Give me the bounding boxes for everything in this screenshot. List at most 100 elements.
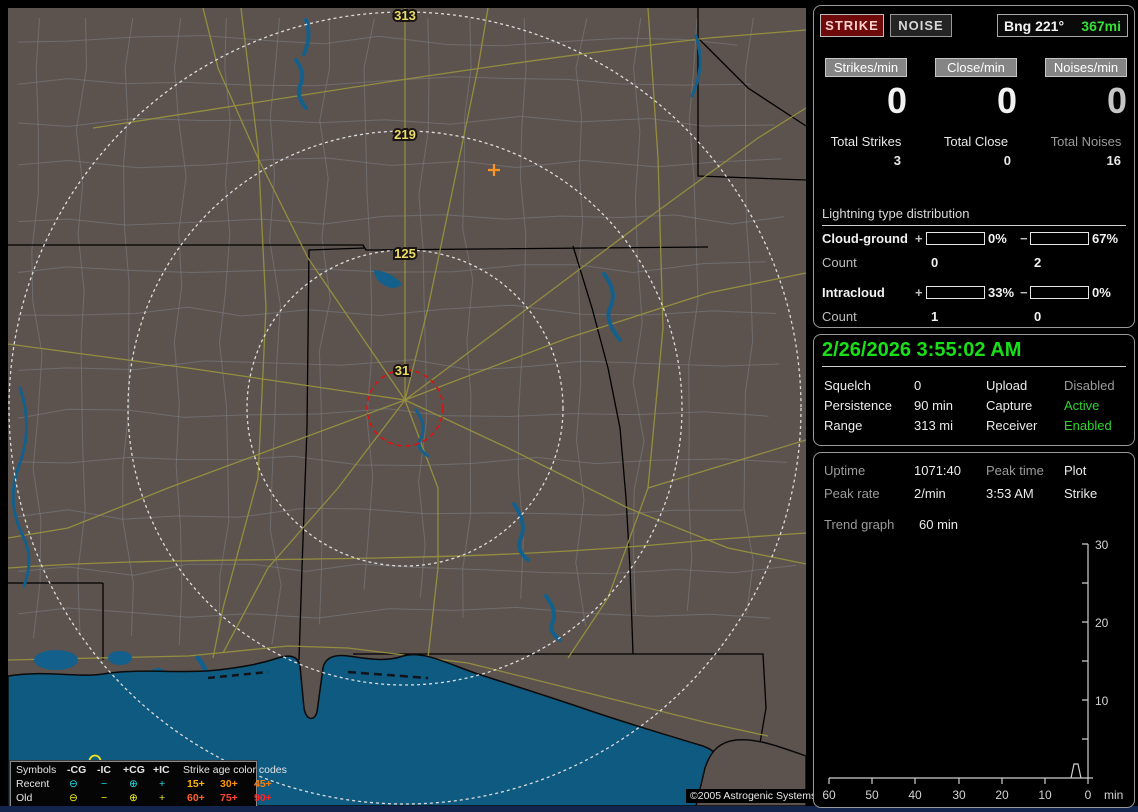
nexstorm-app: { "header": { "strike_button": "STRIKE",…: [0, 0, 1138, 812]
squelch-value: 0: [914, 378, 922, 393]
trend-panel: Uptime 1071:40 Peak time Plot Peak rate …: [813, 452, 1135, 808]
total-close-label: Total Close: [943, 134, 1009, 149]
minus-sign: −: [1020, 285, 1028, 300]
legend-row-old-label: Old: [16, 792, 33, 804]
recent-nic-icon: −: [101, 778, 108, 790]
legend-age-header: Strike age color codes: [183, 764, 287, 776]
distribution-title: Lightning type distribution: [822, 206, 1126, 226]
cg-minus-pct: 67%: [1092, 231, 1119, 246]
x-tick-0: 0: [1085, 788, 1092, 802]
y-tick-30: 30: [1095, 539, 1109, 552]
intracloud-label: Intracloud: [822, 285, 885, 300]
ic-minus-pct: 0%: [1092, 285, 1111, 300]
lightning-map[interactable]: 313 219 125 31: [8, 8, 806, 806]
ic-plus-bar: [926, 286, 985, 299]
map-canvas: 313 219 125 31: [8, 8, 806, 806]
plus-sign: +: [915, 285, 923, 300]
datetime-display: 2/26/2026 3:55:02 AM: [822, 339, 1126, 367]
recent-pcg-icon: ⊕: [129, 778, 138, 790]
noise-mode-button[interactable]: NOISE: [890, 14, 952, 37]
x-tick-60: 60: [822, 788, 836, 802]
ring-label-31: 31: [395, 363, 409, 378]
persistence-value: 90 min: [914, 398, 954, 413]
uptime-value: 1071:40: [914, 463, 961, 478]
strike-mode-button[interactable]: STRIKE: [820, 14, 884, 37]
capture-label: Capture: [986, 398, 1033, 413]
peak-rate-value: 2/min: [914, 486, 946, 501]
age-60: 60+: [187, 792, 205, 804]
cg-minus-count: 2: [1034, 255, 1042, 270]
strikes-per-min-value: 0: [886, 80, 907, 121]
old-pcg-icon: ⊕: [129, 792, 138, 804]
uptime-label: Uptime: [824, 463, 866, 478]
strike-rate-peak: [1070, 763, 1082, 779]
old-ncg-icon: ⊖: [69, 792, 78, 804]
upload-label: Upload: [986, 378, 1028, 393]
legend-col-pic: +IC: [153, 764, 170, 776]
y-tick-10: 10: [1095, 694, 1109, 708]
recent-pic-icon: +: [159, 778, 166, 790]
cg-plus-count: 0: [931, 255, 939, 270]
stats-panel: STRIKE NOISE Bng 221° 367mi Strikes/min …: [813, 5, 1135, 328]
peak-time-label: Peak time: [986, 463, 1044, 478]
cg-count-label: Count: [822, 255, 857, 270]
age-15: 15+: [187, 778, 205, 790]
ic-minus-count: 0: [1034, 309, 1042, 324]
legend-row-recent-label: Recent: [16, 778, 50, 790]
status-panel: 2/26/2026 3:55:02 AM Squelch 0 Upload Di…: [813, 334, 1135, 446]
plot-label: Plot: [1064, 463, 1087, 478]
x-tick-30: 30: [952, 788, 966, 802]
cg-plus-bar: [926, 232, 985, 245]
x-unit-label: min: [1104, 788, 1123, 802]
strikes-per-min-button[interactable]: Strikes/min: [825, 58, 907, 77]
total-strikes-label: Total Strikes: [830, 134, 902, 149]
capture-status: Active: [1064, 398, 1100, 413]
bearing-distance: 367mi: [1081, 17, 1121, 34]
ring-label-219: 219: [394, 127, 416, 142]
trend-window-value: 60 min: [919, 517, 959, 532]
total-close-value: 0: [1003, 153, 1011, 168]
age-30: 30+: [220, 778, 238, 790]
total-noises-label: Total Noises: [1050, 134, 1122, 149]
peak-rate-label: Peak rate: [824, 486, 880, 501]
total-noises-value: 16: [1106, 153, 1121, 168]
map-legend: Symbols -CG -IC +CG +IC Strike age color…: [9, 760, 287, 809]
x-tick-20: 20: [995, 788, 1009, 802]
cg-plus-pct: 0%: [988, 231, 1007, 246]
ic-minus-bar: [1030, 286, 1089, 299]
range-value: 313 mi: [914, 418, 954, 433]
ring-label-125: 125: [394, 246, 416, 261]
age-45: 45+: [254, 778, 272, 790]
upload-status: Disabled: [1064, 378, 1115, 393]
cloud-ground-label: Cloud-ground: [822, 231, 908, 246]
ring-label-313: 313: [394, 8, 416, 23]
legend-col-nic: -IC: [97, 764, 111, 776]
total-strikes-value: 3: [893, 153, 901, 168]
ic-count-label: Count: [822, 309, 857, 324]
trend-graph: 30 20 10 60 50 40 30 20 10 0 min: [822, 539, 1123, 802]
receiver-status: Enabled: [1064, 418, 1112, 433]
copyright-label: ©2005 Astrogenic Systems: [686, 789, 821, 803]
x-tick-10: 10: [1038, 788, 1052, 802]
x-tick-40: 40: [908, 788, 922, 802]
plot-type-value: Strike: [1064, 486, 1098, 501]
plus-sign: +: [915, 231, 923, 246]
recent-ncg-icon: ⊖: [69, 778, 78, 790]
minus-sign: −: [1020, 231, 1028, 246]
age-75: 75+: [220, 792, 238, 804]
persistence-label: Persistence: [824, 398, 892, 413]
y-tick-20: 20: [1095, 616, 1109, 630]
close-per-min-button[interactable]: Close/min: [935, 58, 1017, 77]
bearing-readout: Bng 221° 367mi: [997, 14, 1128, 37]
x-tick-50: 50: [865, 788, 879, 802]
legend-symbols-header: Symbols: [16, 764, 57, 776]
noises-per-min-button[interactable]: Noises/min: [1045, 58, 1127, 77]
legend-col-ncg: -CG: [67, 764, 87, 776]
receiver-label: Receiver: [986, 418, 1038, 433]
trend-graph-label: Trend graph: [824, 517, 895, 532]
old-nic-icon: −: [101, 792, 108, 804]
ic-plus-count: 1: [931, 309, 939, 324]
peak-time-value: 3:53 AM: [986, 486, 1034, 501]
legend-col-pcg: +CG: [123, 764, 145, 776]
cg-minus-bar: [1030, 232, 1089, 245]
